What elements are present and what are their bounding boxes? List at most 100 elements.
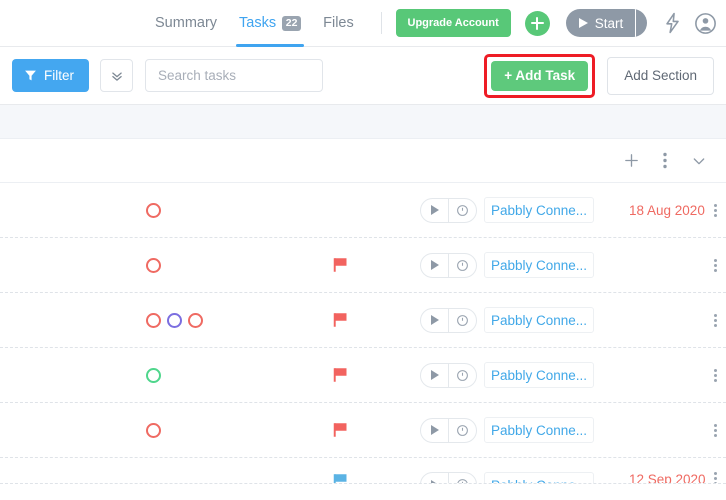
- project-link[interactable]: Pabbly Conne...: [484, 417, 595, 443]
- add-new-button[interactable]: [524, 10, 550, 36]
- task-timer-control[interactable]: [420, 307, 477, 333]
- flag-icon: [333, 258, 347, 272]
- double-chevron-down-icon: [111, 71, 122, 81]
- priority-dot-red[interactable]: [188, 312, 203, 328]
- project-link[interactable]: Pabbly Conne...: [484, 197, 595, 223]
- task-play-button[interactable]: [421, 254, 448, 277]
- user-account-button[interactable]: [695, 12, 716, 34]
- task-play-button[interactable]: [421, 309, 448, 332]
- project-link[interactable]: Pabbly Conne...: [484, 252, 595, 278]
- lightning-bolt-icon: [666, 12, 679, 34]
- clock-icon: [457, 259, 468, 271]
- row-more-menu-button[interactable]: [707, 472, 723, 483]
- flag-button[interactable]: [331, 366, 350, 384]
- vertical-ellipsis-icon: [713, 323, 717, 327]
- task-row[interactable]: Pabbly Conne...: [0, 293, 726, 348]
- filter-toolbar: Filter + Add Task Add Section: [0, 47, 726, 105]
- flag-button[interactable]: [331, 421, 350, 439]
- row-more-menu-button[interactable]: [707, 313, 723, 327]
- start-button[interactable]: Start: [566, 9, 636, 37]
- filter-button-label: Filter: [44, 68, 74, 83]
- task-clock-button[interactable]: [448, 418, 476, 442]
- task-row[interactable]: Pabbly Conne...: [0, 348, 726, 403]
- vertical-ellipsis-icon: [713, 433, 717, 437]
- due-date[interactable]: 18 Aug 2020: [629, 203, 705, 218]
- section-add-task-button[interactable]: [614, 144, 648, 178]
- priority-dot-group: [146, 422, 161, 438]
- project-link[interactable]: Pabbly Conne...: [484, 472, 595, 483]
- task-clock-button[interactable]: [448, 473, 476, 483]
- vertical-ellipsis-icon: [713, 368, 717, 372]
- flag-button[interactable]: [331, 311, 350, 329]
- add-task-highlight: + Add Task: [484, 53, 596, 98]
- task-timer-control[interactable]: [420, 252, 477, 278]
- priority-dot-purple[interactable]: [167, 312, 182, 328]
- priority-dot-red[interactable]: [146, 422, 161, 438]
- task-row[interactable]: Pabbly Conne... 12 Sep 2020: [0, 458, 726, 484]
- task-list: Pabbly Conne... 18 Aug 2020 Pabbly Conne..…: [0, 183, 726, 484]
- play-icon: [430, 205, 439, 215]
- upgrade-account-button[interactable]: Upgrade Account: [395, 9, 511, 37]
- task-clock-button[interactable]: [448, 308, 476, 332]
- row-more-menu-button[interactable]: [707, 203, 723, 217]
- task-clock-button[interactable]: [448, 198, 476, 222]
- row-more-menu-button[interactable]: [707, 423, 723, 437]
- vertical-ellipsis-icon: [713, 423, 717, 427]
- tab-summary[interactable]: Summary: [144, 0, 228, 47]
- task-clock-button[interactable]: [448, 253, 476, 277]
- add-section-button[interactable]: Add Section: [607, 56, 714, 95]
- tab-files[interactable]: Files: [312, 0, 365, 47]
- vertical-ellipsis-icon: [713, 313, 717, 317]
- task-timer-control[interactable]: [420, 472, 477, 483]
- priority-dot-red[interactable]: [146, 202, 161, 218]
- vertical-ellipsis-icon: [713, 213, 717, 217]
- timer-clock-button[interactable]: [635, 9, 647, 37]
- top-navigation-bar: Summary Tasks 22 Files Upgrade Account S…: [0, 0, 726, 47]
- automation-bolt-button[interactable]: [663, 12, 682, 34]
- priority-dot-red[interactable]: [146, 312, 161, 328]
- task-timer-control[interactable]: [420, 197, 477, 223]
- play-icon: [578, 18, 588, 28]
- expand-filters-button[interactable]: [100, 59, 133, 92]
- task-row[interactable]: Pabbly Conne...: [0, 238, 726, 293]
- tab-files-label: Files: [323, 15, 354, 31]
- priority-dot-group: [146, 312, 203, 328]
- tab-summary-label: Summary: [155, 15, 218, 31]
- section-collapse-button[interactable]: [682, 144, 716, 178]
- row-more-menu-button[interactable]: [707, 258, 723, 272]
- due-date[interactable]: 12 Sep 2020: [629, 472, 706, 483]
- flag-button[interactable]: [331, 256, 350, 274]
- start-timer-group[interactable]: Start: [565, 9, 647, 37]
- priority-dot-red[interactable]: [146, 257, 161, 273]
- task-timer-control[interactable]: [420, 417, 477, 443]
- task-timer-control[interactable]: [420, 362, 477, 388]
- vertical-ellipsis-icon: [713, 482, 717, 483]
- vertical-ellipsis-icon: [713, 318, 717, 322]
- project-link[interactable]: Pabbly Conne...: [484, 307, 595, 333]
- vertical-ellipsis-icon: [713, 378, 717, 382]
- task-row[interactable]: Pabbly Conne... 18 Aug 2020: [0, 183, 726, 238]
- play-icon: [430, 479, 439, 483]
- task-row[interactable]: Pabbly Conne...: [0, 403, 726, 458]
- task-play-button[interactable]: [421, 419, 448, 442]
- row-more-menu-button[interactable]: [707, 368, 723, 382]
- section-more-menu-button[interactable]: [648, 144, 682, 178]
- play-icon: [430, 370, 439, 380]
- priority-dot-group: [146, 367, 161, 383]
- vertical-ellipsis-icon: [713, 477, 717, 480]
- priority-dot-green[interactable]: [146, 367, 161, 383]
- chevron-down-icon: [693, 157, 705, 164]
- task-play-button[interactable]: [421, 364, 448, 387]
- task-clock-button[interactable]: [448, 363, 476, 387]
- task-play-button[interactable]: [421, 473, 448, 483]
- flag-icon: [333, 474, 347, 483]
- tab-tasks[interactable]: Tasks 22: [228, 0, 312, 47]
- flag-button[interactable]: [331, 472, 350, 483]
- vertical-ellipsis-icon: [713, 258, 717, 262]
- section-spacer-band: [0, 105, 726, 139]
- task-play-button[interactable]: [421, 199, 448, 222]
- search-input[interactable]: [145, 59, 323, 92]
- add-task-button[interactable]: + Add Task: [491, 60, 589, 91]
- project-link[interactable]: Pabbly Conne...: [484, 362, 595, 388]
- filter-button[interactable]: Filter: [12, 59, 89, 92]
